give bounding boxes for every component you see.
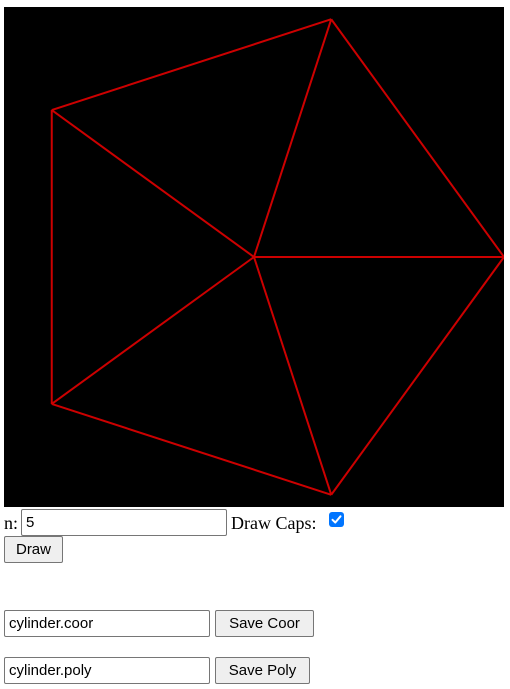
n-control-row: n: Draw Caps:	[4, 509, 344, 536]
save-poly-row: Save Poly	[4, 657, 310, 684]
save-coor-row: Save Coor	[4, 610, 314, 637]
save-poly-button[interactable]: Save Poly	[215, 657, 310, 684]
checkmark-icon	[331, 515, 341, 524]
polygon-spoke	[253, 18, 333, 258]
poly-filename-input[interactable]	[4, 657, 210, 684]
polygon-spoke	[51, 109, 255, 258]
draw-row: Draw	[4, 536, 63, 563]
n-label: n:	[4, 512, 19, 533]
polygon-spoke	[253, 256, 333, 496]
drawing-canvas	[4, 7, 504, 507]
draw-caps-label: Draw Caps:	[231, 512, 317, 533]
n-input[interactable]	[21, 509, 228, 536]
polygon-edge	[330, 18, 504, 258]
polygon-drawing	[50, 18, 504, 496]
polygon-edge	[330, 256, 504, 496]
coor-filename-input[interactable]	[4, 610, 210, 637]
draw-button[interactable]: Draw	[4, 536, 63, 563]
polygon-spoke	[51, 256, 255, 405]
polygon-edge	[51, 18, 332, 112]
draw-caps-checkbox[interactable]	[328, 512, 344, 527]
polygon-edge	[51, 402, 332, 496]
save-coor-button[interactable]: Save Coor	[215, 610, 314, 637]
